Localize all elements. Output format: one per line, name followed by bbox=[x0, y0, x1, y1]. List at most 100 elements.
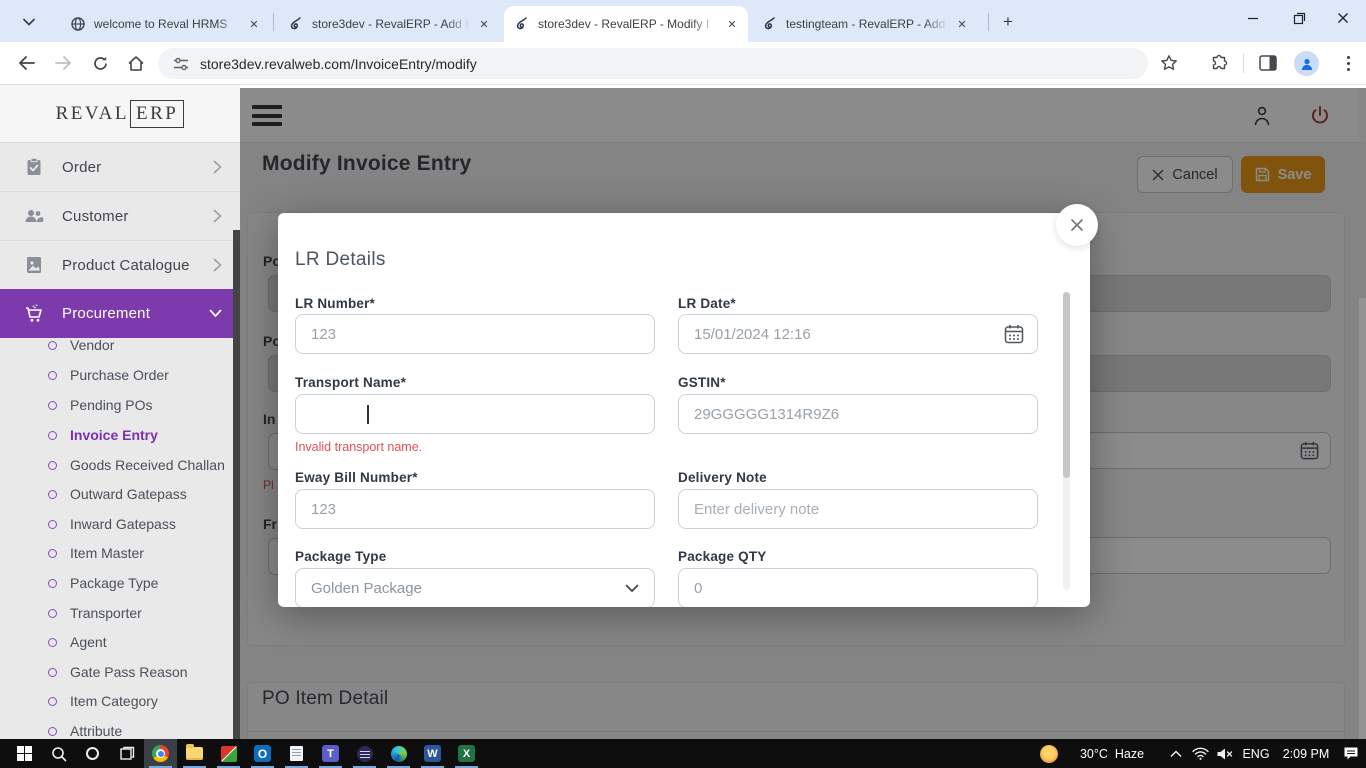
taskbar-word-button[interactable]: W bbox=[416, 739, 449, 768]
wifi-button[interactable] bbox=[1188, 739, 1212, 768]
restore-icon bbox=[1293, 12, 1306, 25]
taskbar-edge-button[interactable] bbox=[382, 739, 415, 768]
window-close-button[interactable] bbox=[1320, 0, 1366, 36]
bookmark-button[interactable] bbox=[1155, 49, 1183, 77]
taskbar-media-app-button[interactable] bbox=[212, 739, 245, 768]
text-cursor bbox=[367, 405, 369, 424]
lr-number-input[interactable] bbox=[295, 314, 655, 354]
bullet-icon bbox=[48, 461, 57, 470]
taskbar-file-explorer-button[interactable] bbox=[178, 739, 211, 768]
chevron-right-icon bbox=[213, 209, 222, 223]
calendar-icon[interactable] bbox=[1003, 323, 1025, 345]
taskbar-chrome-button[interactable] bbox=[144, 739, 177, 768]
wifi-icon bbox=[1192, 747, 1209, 760]
delivery-note-input[interactable] bbox=[678, 489, 1038, 529]
speaker-muted-icon bbox=[1216, 747, 1233, 761]
clock[interactable]: 2:09 PM bbox=[1276, 739, 1336, 768]
eway-bill-label: Eway Bill Number* bbox=[295, 470, 418, 485]
taskbar-notepad-button[interactable] bbox=[280, 739, 313, 768]
tab-close-icon[interactable]: ✕ bbox=[246, 16, 262, 32]
transport-name-field bbox=[295, 394, 655, 434]
taskbar-teams-button[interactable]: T bbox=[314, 739, 347, 768]
sidebar-subitem-invoice-entry[interactable]: Invoice Entry bbox=[0, 420, 233, 450]
notification-icon bbox=[1343, 746, 1359, 761]
browser-tab-1[interactable]: welcome to Reval HRMS ✕ bbox=[60, 6, 270, 42]
eway-bill-input[interactable] bbox=[295, 489, 655, 529]
start-button[interactable] bbox=[8, 739, 41, 768]
language-label: ENG bbox=[1242, 747, 1269, 761]
home-button[interactable] bbox=[122, 49, 150, 77]
sidebar-subitem-item-master[interactable]: Item Master bbox=[0, 538, 233, 568]
action-center-button[interactable] bbox=[1338, 739, 1364, 768]
sidebar: Reval ERP Order Customer Product bbox=[0, 85, 240, 739]
sidebar-item-order[interactable]: Order bbox=[0, 142, 240, 191]
catalogue-icon bbox=[24, 255, 44, 275]
lr-date-input[interactable] bbox=[678, 314, 1038, 354]
sidebar-subitem-goods-received-challan[interactable]: Goods Received Challan bbox=[0, 450, 233, 480]
tab-close-icon[interactable]: ✕ bbox=[724, 16, 740, 32]
sidebar-scrollbar[interactable] bbox=[233, 230, 240, 739]
sidebar-subitem-package-type[interactable]: Package Type bbox=[0, 568, 233, 598]
excel-icon: X bbox=[458, 745, 475, 762]
sidebar-subitem-vendor[interactable]: Vendor bbox=[0, 330, 233, 360]
transport-name-input[interactable] bbox=[295, 394, 655, 434]
address-bar[interactable]: store3dev.revalweb.com/InvoiceEntry/modi… bbox=[158, 48, 1148, 79]
chrome-icon bbox=[152, 745, 169, 762]
sidebar-item-product-catalogue[interactable]: Product Catalogue bbox=[0, 240, 240, 289]
person-icon bbox=[1300, 57, 1314, 71]
back-button[interactable] bbox=[12, 49, 40, 77]
extensions-button[interactable] bbox=[1205, 49, 1233, 77]
revalerp-favicon bbox=[288, 16, 304, 32]
package-type-select[interactable]: Golden Package bbox=[295, 568, 655, 607]
language-indicator[interactable]: ENG bbox=[1238, 739, 1274, 768]
new-tab-button[interactable]: + bbox=[996, 10, 1020, 34]
sidebar-subitem-purchase-order[interactable]: Purchase Order bbox=[0, 360, 233, 390]
tab-separator bbox=[988, 13, 989, 31]
sidebar-subitem-gate-pass-reason[interactable]: Gate Pass Reason bbox=[0, 657, 233, 687]
subitem-label: Pending POs bbox=[70, 397, 153, 413]
browser-tab-4[interactable]: testingteam - RevalERP - Add V ✕ bbox=[752, 6, 978, 42]
profile-avatar[interactable] bbox=[1294, 51, 1319, 76]
outlook-icon: O bbox=[254, 745, 271, 762]
sidebar-subitem-transporter[interactable]: Transporter bbox=[0, 598, 233, 628]
taskbar-outlook-button[interactable]: O bbox=[246, 739, 279, 768]
tab-close-icon[interactable]: ✕ bbox=[954, 16, 970, 32]
browser-tab-2[interactable]: store3dev - RevalERP - Add Inv ✕ bbox=[278, 6, 500, 42]
side-panel-button[interactable] bbox=[1254, 49, 1282, 77]
tab-close-icon[interactable]: ✕ bbox=[476, 16, 492, 32]
tab-title: testingteam - RevalERP - Add V bbox=[786, 17, 948, 31]
page-scrollbar[interactable] bbox=[1359, 88, 1366, 739]
modal-close-button[interactable] bbox=[1056, 204, 1098, 246]
browser-tab-active[interactable]: store3dev - RevalERP - Modify I ✕ bbox=[504, 6, 748, 42]
bullet-icon bbox=[48, 520, 57, 529]
task-view-button[interactable] bbox=[110, 739, 143, 768]
weather-widget[interactable]: 30°C Haze bbox=[1064, 739, 1160, 768]
sidebar-subitem-pending-pos[interactable]: Pending POs bbox=[0, 390, 233, 420]
puzzle-icon bbox=[1210, 54, 1229, 73]
refresh-button[interactable] bbox=[86, 49, 114, 77]
sidebar-item-customer[interactable]: Customer bbox=[0, 191, 240, 240]
delivery-note-label: Delivery Note bbox=[678, 470, 767, 485]
taskbar-search-button[interactable] bbox=[42, 739, 75, 768]
sidebar-subitem-inward-gatepass[interactable]: Inward Gatepass bbox=[0, 509, 233, 539]
window-minimize-button[interactable] bbox=[1230, 0, 1276, 36]
sidebar-subitem-item-category[interactable]: Item Category bbox=[0, 686, 233, 716]
chevron-down-icon bbox=[23, 18, 35, 26]
tray-expand-button[interactable] bbox=[1164, 739, 1188, 768]
taskbar-eclipse-button[interactable] bbox=[348, 739, 381, 768]
gstin-input[interactable] bbox=[678, 394, 1038, 434]
browser-menu-button[interactable] bbox=[1340, 51, 1356, 76]
forward-button[interactable] bbox=[50, 49, 78, 77]
sidebar-subitem-outward-gatepass[interactable]: Outward Gatepass bbox=[0, 479, 233, 509]
window-restore-button[interactable] bbox=[1276, 0, 1322, 36]
modal-scrollbar[interactable] bbox=[1063, 292, 1070, 590]
package-qty-input[interactable] bbox=[678, 568, 1038, 607]
taskbar-excel-button[interactable]: X bbox=[450, 739, 483, 768]
cortana-button[interactable] bbox=[76, 739, 109, 768]
sidebar-subitem-agent[interactable]: Agent bbox=[0, 627, 233, 657]
tab-search-button[interactable] bbox=[16, 9, 42, 35]
subitem-label: Item Category bbox=[70, 693, 158, 709]
sidebar-item-label: Procurement bbox=[62, 305, 209, 322]
search-icon bbox=[51, 746, 67, 762]
volume-button[interactable] bbox=[1212, 739, 1236, 768]
